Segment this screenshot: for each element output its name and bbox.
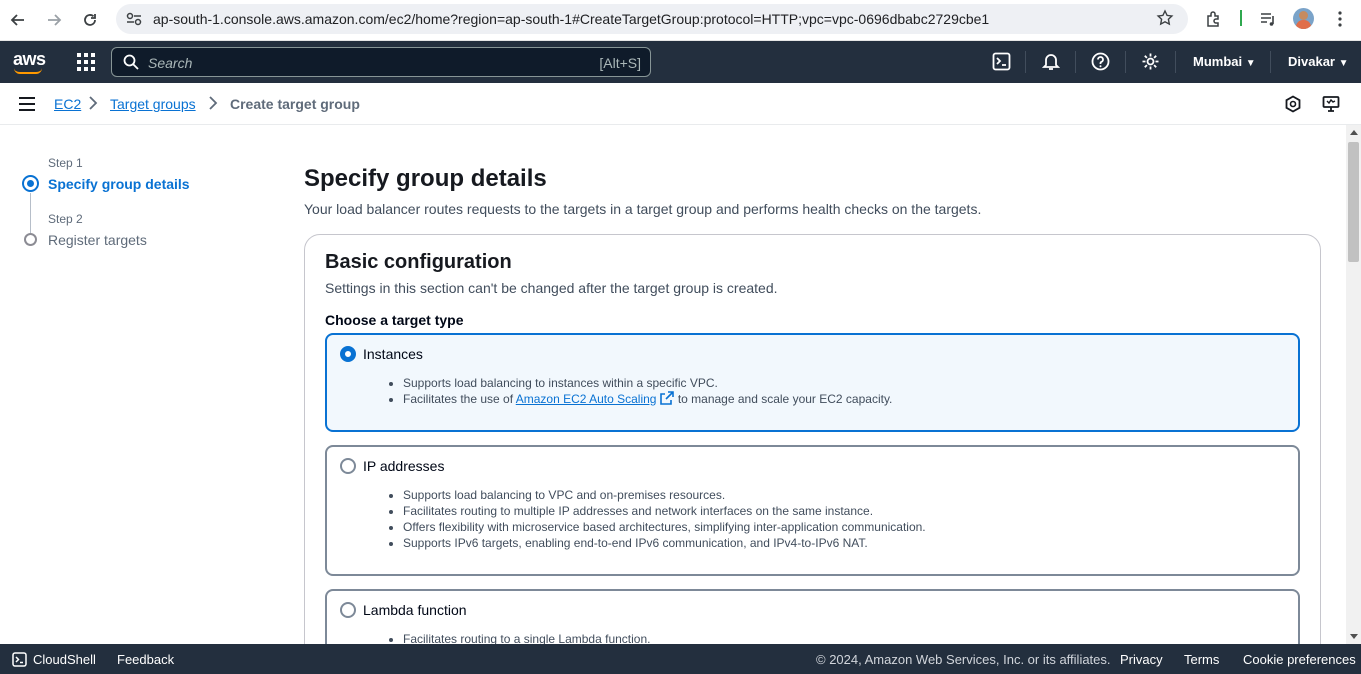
section-description: Settings in this section can't be change… bbox=[325, 280, 778, 296]
list-item: Facilitates routing to multiple IP addre… bbox=[403, 503, 926, 519]
cloudshell-footer-icon[interactable] bbox=[12, 652, 27, 670]
site-info-icon[interactable] bbox=[126, 12, 142, 31]
step-1-label: Step 1 bbox=[48, 156, 83, 170]
radio-lambda-function[interactable] bbox=[340, 602, 356, 618]
account-menu[interactable]: Divakar ▼ bbox=[1288, 54, 1349, 69]
tile-title: IP addresses bbox=[363, 458, 445, 474]
external-link-icon[interactable] bbox=[660, 391, 675, 409]
cloudshell-icon[interactable] bbox=[992, 52, 1012, 72]
page-title: Specify group details bbox=[304, 165, 547, 192]
radio-ip-addresses[interactable] bbox=[340, 458, 356, 474]
list-item: Supports IPv6 targets, enabling end-to-e… bbox=[403, 535, 926, 551]
breadcrumb-target-groups[interactable]: Target groups bbox=[110, 96, 196, 112]
step-1-indicator-icon bbox=[22, 175, 39, 192]
step-1-title[interactable]: Specify group details bbox=[48, 176, 190, 192]
scrollbar-thumb[interactable] bbox=[1348, 142, 1359, 262]
divider bbox=[1075, 51, 1076, 73]
media-control-icon[interactable] bbox=[1259, 10, 1277, 33]
feedback-link[interactable]: Feedback bbox=[117, 652, 174, 667]
target-type-instances-tile[interactable]: Instances Supports load balancing to ins… bbox=[325, 333, 1300, 432]
scroll-up-arrow-icon[interactable] bbox=[1350, 130, 1358, 135]
aws-logo[interactable]: aws bbox=[13, 49, 46, 70]
feedback-hexagon-icon[interactable] bbox=[1284, 95, 1302, 118]
console-footer: CloudShell Feedback © 2024, Amazon Web S… bbox=[0, 644, 1361, 674]
tile-bullets: Supports load balancing to VPC and on-pr… bbox=[403, 487, 926, 551]
chevron-right-icon bbox=[208, 95, 218, 114]
cookie-preferences-link[interactable]: Cookie preferences bbox=[1243, 652, 1356, 667]
target-type-ip-addresses-tile[interactable]: IP addresses Supports load balancing to … bbox=[325, 445, 1300, 576]
aws-top-navigation: aws Search [Alt+S] Mumbai ▼ Divakar ▼ bbox=[0, 41, 1361, 83]
url-text[interactable]: ap-south-1.console.aws.amazon.com/ec2/ho… bbox=[153, 11, 989, 27]
bookmark-star-icon[interactable] bbox=[1156, 9, 1174, 32]
kebab-menu-icon[interactable] bbox=[1331, 10, 1349, 33]
bullet-text: to manage and scale your EC2 capacity. bbox=[674, 392, 893, 406]
region-name: Mumbai bbox=[1193, 54, 1243, 69]
page-scrollbar[interactable] bbox=[1346, 125, 1361, 644]
breadcrumb-bar: EC2 Target groups Create target group bbox=[0, 83, 1361, 125]
forward-arrow-icon[interactable] bbox=[42, 8, 66, 32]
list-item: Facilitates the use of Amazon EC2 Auto S… bbox=[403, 391, 892, 409]
caret-down-icon: ▼ bbox=[1338, 58, 1349, 69]
divider bbox=[1125, 51, 1126, 73]
divider bbox=[1175, 51, 1176, 73]
search-placeholder: Search bbox=[148, 55, 193, 71]
settings-gear-icon[interactable] bbox=[1141, 52, 1161, 72]
copyright-text: © 2024, Amazon Web Services, Inc. or its… bbox=[816, 652, 1111, 667]
address-bar[interactable]: ap-south-1.console.aws.amazon.com/ec2/ho… bbox=[116, 4, 1188, 34]
step-connector bbox=[30, 193, 31, 233]
back-arrow-icon[interactable] bbox=[6, 8, 30, 32]
notifications-bell-icon[interactable] bbox=[1041, 52, 1062, 72]
bullet-text: Facilitates the use of bbox=[403, 392, 516, 406]
ec2-auto-scaling-link[interactable]: Amazon EC2 Auto Scaling bbox=[516, 392, 657, 406]
breadcrumb-current: Create target group bbox=[230, 96, 360, 112]
profile-avatar[interactable] bbox=[1293, 8, 1314, 29]
step-2-title: Register targets bbox=[48, 232, 147, 248]
tile-title: Instances bbox=[363, 346, 423, 362]
search-input[interactable]: Search [Alt+S] bbox=[111, 47, 651, 77]
radio-instances[interactable] bbox=[340, 346, 356, 362]
tile-bullets: Supports load balancing to instances wit… bbox=[403, 375, 892, 409]
target-type-label: Choose a target type bbox=[325, 312, 464, 328]
divider bbox=[1025, 51, 1026, 73]
step-2-indicator-icon bbox=[24, 233, 37, 246]
user-name: Divakar bbox=[1288, 54, 1335, 69]
list-item: Supports load balancing to instances wit… bbox=[403, 375, 892, 391]
display-settings-icon[interactable] bbox=[1322, 95, 1340, 118]
search-icon bbox=[123, 54, 139, 75]
services-grid-icon[interactable] bbox=[77, 53, 95, 71]
list-item: Supports load balancing to VPC and on-pr… bbox=[403, 487, 926, 503]
search-shortcut: [Alt+S] bbox=[599, 55, 641, 71]
browser-toolbar: ap-south-1.console.aws.amazon.com/ec2/ho… bbox=[0, 0, 1361, 41]
region-selector[interactable]: Mumbai ▼ bbox=[1193, 54, 1256, 69]
menu-hamburger-icon[interactable] bbox=[19, 97, 35, 111]
scroll-down-arrow-icon[interactable] bbox=[1350, 634, 1358, 639]
privacy-link[interactable]: Privacy bbox=[1120, 652, 1163, 667]
section-title: Basic configuration bbox=[325, 251, 512, 273]
step-2-label: Step 2 bbox=[48, 212, 83, 226]
page-description: Your load balancer routes requests to th… bbox=[304, 201, 982, 217]
terms-link[interactable]: Terms bbox=[1184, 652, 1219, 667]
cloudshell-link[interactable]: CloudShell bbox=[33, 652, 96, 667]
tile-title: Lambda function bbox=[363, 602, 467, 618]
caret-down-icon: ▼ bbox=[1245, 58, 1256, 69]
chevron-right-icon bbox=[88, 95, 98, 114]
breadcrumb-ec2[interactable]: EC2 bbox=[54, 96, 81, 112]
aws-logo-smile bbox=[14, 68, 42, 74]
reload-icon[interactable] bbox=[78, 8, 102, 32]
extensions-icon[interactable] bbox=[1205, 10, 1223, 33]
help-icon[interactable] bbox=[1091, 52, 1111, 72]
list-item: Offers flexibility with microservice bas… bbox=[403, 519, 926, 535]
divider bbox=[1270, 51, 1271, 73]
divider bbox=[1240, 10, 1242, 26]
